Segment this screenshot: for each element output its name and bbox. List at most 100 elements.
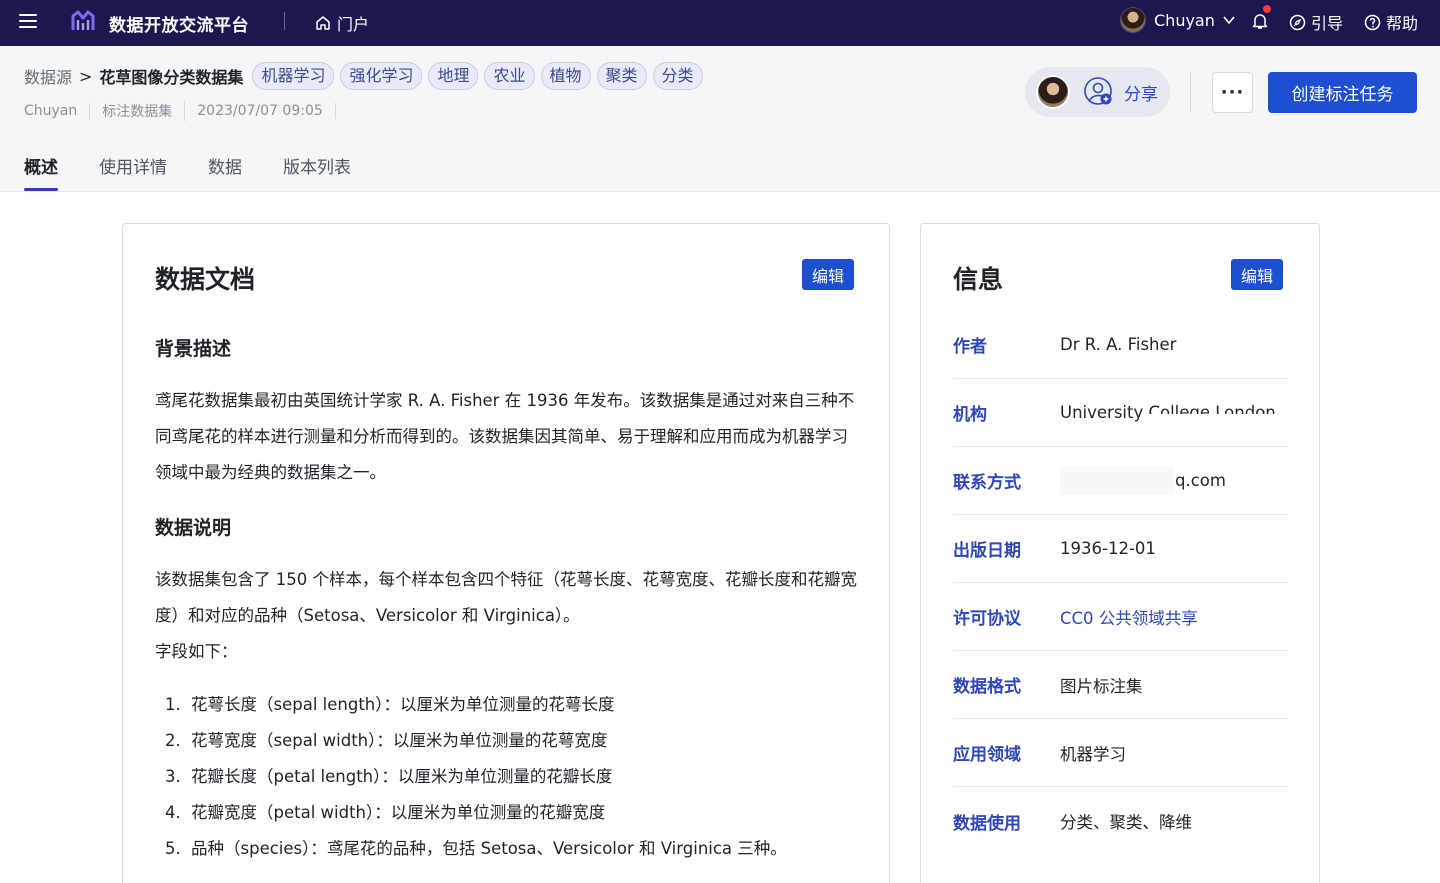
tab-usage-details[interactable]: 使用详情 xyxy=(99,150,167,192)
top-navbar: 数据开放交流平台 门户 Chuyan 引导 帮助 xyxy=(0,0,1440,46)
tab-bar: 概述 使用详情 数据 版本列表 xyxy=(24,150,392,192)
add-user-icon xyxy=(1084,77,1112,105)
meta-date: 2023/07/07 09:05 xyxy=(185,103,336,119)
fields-list: 1. 花萼长度（sepal length）：以厘米为单位测量的花萼长度 2. 花萼宽… xyxy=(155,687,863,867)
tag[interactable]: 强化学习 xyxy=(340,62,423,90)
dataset-meta: Chuyan 标注数据集 2023/07/07 09:05 xyxy=(24,101,336,121)
info-value-institution: University College London xyxy=(1060,403,1276,424)
logo-icon[interactable] xyxy=(70,8,96,34)
list-number: 1. xyxy=(165,695,181,714)
chevron-down-icon xyxy=(1223,16,1235,25)
breadcrumb-separator: > xyxy=(79,66,93,86)
list-item: 5. 品种（species）：鸢尾花的品种，包括 Setosa、Versicolo… xyxy=(155,831,863,867)
tag[interactable]: 地理 xyxy=(428,62,479,90)
info-row-application-domain: 应用领域 机器学习 xyxy=(953,719,1288,787)
portal-label: 门户 xyxy=(337,15,370,34)
create-annotation-task-button[interactable]: 创建标注任务 xyxy=(1268,72,1417,113)
guide-button[interactable]: 引导 xyxy=(1289,10,1343,34)
contact-text: q.com xyxy=(1175,471,1226,490)
tab-version-list[interactable]: 版本列表 xyxy=(283,150,351,192)
app-title: 数据开放交流平台 xyxy=(109,16,249,36)
doc-card-title: 数据文档 xyxy=(155,265,256,294)
list-text: 花萼宽度（sepal width）：以厘米为单位测量的花萼宽度 xyxy=(191,731,608,750)
info-row-publish-date: 出版日期 1936-12-01 xyxy=(953,515,1288,583)
list-text: 花瓣长度（petal length）：以厘米为单位测量的花瓣长度 xyxy=(191,767,613,786)
list-item: 1. 花萼长度（sepal length）：以厘米为单位测量的花萼长度 xyxy=(155,687,863,723)
list-item: 3. 花瓣长度（petal length）：以厘米为单位测量的花瓣长度 xyxy=(155,759,863,795)
tag[interactable]: 农业 xyxy=(484,62,535,90)
section-heading-data-description: 数据说明 xyxy=(155,517,232,539)
doc-body: 背景描述 鸢尾花数据集最初由英国统计学家 R. A. Fisher 在 1936… xyxy=(155,334,863,867)
license-link[interactable]: CC0 公共领域共享 xyxy=(1060,605,1198,629)
info-edit-button[interactable]: 编辑 xyxy=(1231,259,1284,290)
guide-label: 引导 xyxy=(1311,14,1344,33)
user-menu[interactable]: Chuyan xyxy=(1120,7,1235,33)
tab-data[interactable]: 数据 xyxy=(208,150,242,192)
fields-intro: 字段如下： xyxy=(155,642,238,661)
info-value: 分类、聚类、降维 xyxy=(1060,813,1192,832)
info-label: 作者 xyxy=(953,337,987,357)
collaborator-avatar xyxy=(1036,75,1070,109)
info-label: 联系方式 xyxy=(953,473,1021,493)
list-number: 2. xyxy=(165,731,181,750)
list-text: 花萼长度（sepal length）：以厘米为单位测量的花萼长度 xyxy=(191,695,615,714)
info-label: 数据格式 xyxy=(953,677,1021,697)
tab-overview[interactable]: 概述 xyxy=(24,150,58,192)
list-number: 3. xyxy=(165,767,181,786)
user-name: Chuyan xyxy=(1154,10,1215,30)
compass-icon xyxy=(1289,14,1306,30)
redaction-mask xyxy=(1060,467,1174,495)
info-row-license: 许可协议 CC0 公共领域共享 xyxy=(953,583,1288,651)
share-button[interactable]: 分享 xyxy=(1025,67,1170,117)
nav-divider xyxy=(284,12,285,30)
info-label: 许可协议 xyxy=(953,609,1021,629)
breadcrumb-root[interactable]: 数据源 xyxy=(24,64,72,88)
dataset-header: 数据源 > 花草图像分类数据集 机器学习 强化学习 地理 农业 植物 聚类 分类… xyxy=(0,46,1440,192)
info-card-title: 信息 xyxy=(953,265,1004,294)
dataset-title: 花草图像分类数据集 xyxy=(99,68,244,87)
list-number: 4. xyxy=(165,803,181,822)
info-list: 作者 Dr R. A. Fisher 机构 University College… xyxy=(953,311,1288,855)
data-document-card: 数据文档 编辑 背景描述 鸢尾花数据集最初由英国统计学家 R. A. Fishe… xyxy=(122,223,890,883)
info-label: 数据使用 xyxy=(953,813,1021,834)
section-heading-background: 背景描述 xyxy=(155,338,232,360)
info-label: 应用领域 xyxy=(953,745,1021,765)
info-value: 1936-12-01 xyxy=(1060,539,1156,558)
portal-link[interactable]: 门户 xyxy=(315,11,369,35)
data-description-text: 该数据集包含了 150 个样本，每个样本包含四个特征（花萼长度、花萼宽度、花瓣长… xyxy=(155,570,857,625)
breadcrumb: 数据源 > 花草图像分类数据集 机器学习 强化学习 地理 农业 植物 聚类 分类 xyxy=(24,62,709,90)
home-icon xyxy=(316,16,330,30)
notification-dot xyxy=(1263,5,1271,13)
help-circle-icon xyxy=(1364,14,1381,30)
list-text: 品种（species）：鸢尾花的品种，包括 Setosa、Versicolor … xyxy=(191,839,787,858)
list-item: 2. 花萼宽度（sepal width）：以厘米为单位测量的花萼宽度 xyxy=(155,723,863,759)
redaction-mask xyxy=(1146,414,1276,424)
bell-icon[interactable] xyxy=(1250,11,1270,31)
list-item: 4. 花瓣宽度（petal width）：以厘米为单位测量的花瓣宽度 xyxy=(155,795,863,831)
meta-type: 标注数据集 xyxy=(90,101,186,121)
info-value: 机器学习 xyxy=(1060,744,1126,764)
info-value-contact: q.com xyxy=(1060,467,1226,495)
help-button[interactable]: 帮助 xyxy=(1364,10,1418,34)
info-row-data-format: 数据格式 图片标注集 xyxy=(953,651,1288,719)
info-row-institution: 机构 University College London xyxy=(953,379,1288,447)
help-label: 帮助 xyxy=(1386,14,1419,33)
info-row-author: 作者 Dr R. A. Fisher xyxy=(953,311,1288,379)
meta-owner: Chuyan xyxy=(24,103,91,119)
info-card: 信息 编辑 作者 Dr R. A. Fisher 机构 University C… xyxy=(920,223,1320,883)
info-value: Dr R. A. Fisher xyxy=(1060,335,1177,354)
header-divider xyxy=(1190,72,1191,112)
more-button[interactable]: ··· xyxy=(1212,72,1253,113)
tag[interactable]: 机器学习 xyxy=(252,62,335,90)
list-text: 花瓣宽度（petal width）：以厘米为单位测量的花瓣宽度 xyxy=(191,803,606,822)
share-label: 分享 xyxy=(1124,85,1158,105)
list-number: 5. xyxy=(165,839,181,858)
background-text: 鸢尾花数据集最初由英国统计学家 R. A. Fisher 在 1936 年发布。… xyxy=(155,391,855,482)
tag[interactable]: 分类 xyxy=(652,62,703,90)
menu-icon[interactable] xyxy=(19,14,37,28)
info-row-data-usage: 数据使用 分类、聚类、降维 xyxy=(953,787,1288,855)
tag[interactable]: 聚类 xyxy=(596,62,647,90)
avatar xyxy=(1120,7,1146,33)
doc-edit-button[interactable]: 编辑 xyxy=(802,259,855,290)
tag[interactable]: 植物 xyxy=(540,62,591,90)
